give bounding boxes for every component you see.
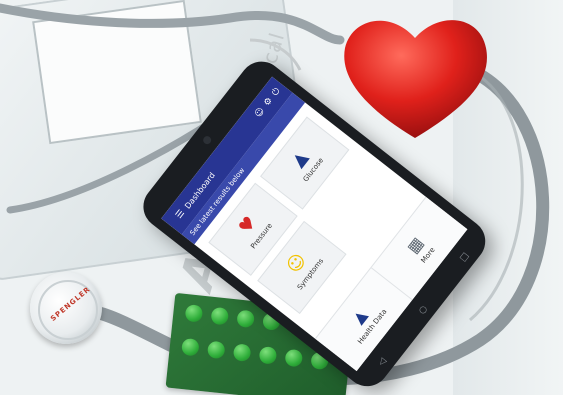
menu-icon[interactable]: ☰ xyxy=(174,208,187,221)
pill xyxy=(232,343,252,362)
front-camera xyxy=(201,134,213,146)
pill xyxy=(258,346,278,365)
pill xyxy=(236,309,255,329)
back-icon[interactable]: ◁ xyxy=(376,357,388,369)
pill xyxy=(284,348,304,368)
pill xyxy=(184,304,204,323)
scale-icon: ▲ xyxy=(348,305,371,328)
power-icon[interactable]: ⏻ xyxy=(270,86,282,98)
heart-stress-ball xyxy=(340,10,490,140)
pill xyxy=(206,340,226,360)
settings-icon[interactable]: ⚙ xyxy=(262,96,275,109)
recents-icon[interactable]: □ xyxy=(458,251,471,264)
home-icon[interactable]: ○ xyxy=(417,304,430,316)
scale-icon: ▲ xyxy=(287,147,313,172)
pill xyxy=(181,337,200,357)
pill xyxy=(210,306,230,326)
person-icon[interactable]: ☺ xyxy=(253,106,267,120)
photo-scene: A&D A&D Medical SPENGLER xyxy=(0,0,563,395)
